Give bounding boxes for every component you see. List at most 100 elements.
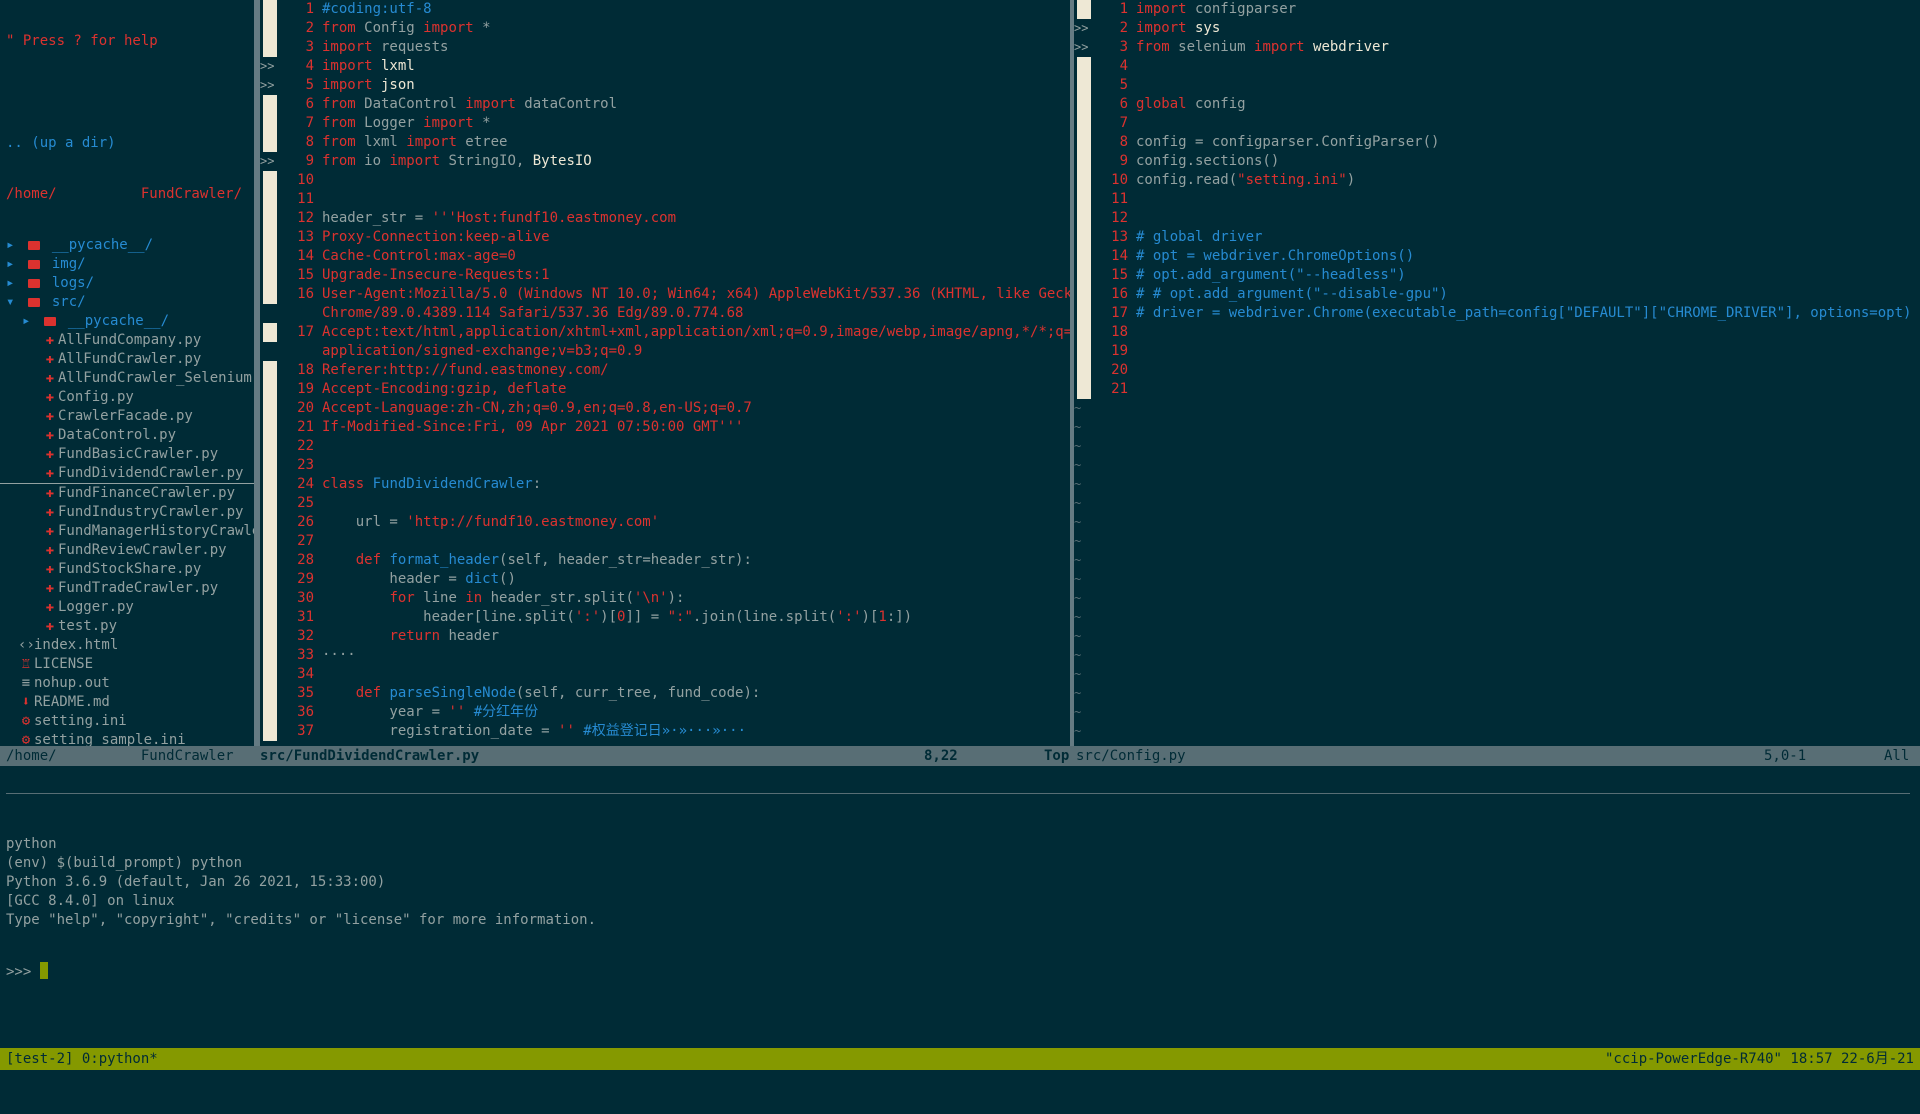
code-line: 8 from lxml import etree: [280, 133, 1070, 152]
line-number: 8: [305, 134, 314, 150]
collapsed-arrow-icon[interactable]: ▸: [22, 312, 34, 331]
tree-file[interactable]: ✚ AllFundCrawler_Selenium.: [0, 369, 254, 388]
tree-file[interactable]: ✚ FundTradeCrawler.py: [0, 579, 254, 598]
tree-file[interactable]: ✚ Config.py: [0, 388, 254, 407]
line-number: 8: [1119, 134, 1128, 150]
tree-file[interactable]: ✚ test.py: [0, 617, 254, 636]
tree-file[interactable]: ✚ FundIndustryCrawler.py: [0, 503, 254, 522]
tree-file[interactable]: ⬇ README.md: [0, 693, 254, 712]
folder-icon: [28, 241, 41, 250]
line-number: 18: [297, 362, 314, 378]
folder-icon: [28, 279, 41, 288]
code-line: 17 Accept:text/html,application/xhtml+xml…: [280, 323, 1070, 342]
collapsed-arrow-icon[interactable]: ▸: [6, 236, 18, 255]
line-number: 23: [297, 457, 314, 473]
tree-up-dir[interactable]: .. (up a dir): [0, 134, 254, 153]
line-number: 6: [305, 96, 314, 112]
tree-item-label: AllFundCrawler_Selenium.: [58, 370, 254, 386]
line-number: 33: [297, 647, 314, 663]
python-file-icon: ✚: [45, 599, 55, 615]
code-token: Accept-Language:zh-CN,zh;q=0.9,en;q=0.8,…: [322, 400, 752, 416]
code-token: dict: [465, 571, 500, 587]
collapsed-arrow-icon[interactable]: ▸: [6, 274, 18, 293]
tree-status-path: /home/ FundCrawler: [6, 748, 234, 764]
code-line: 4: [1094, 57, 1920, 76]
tree-file[interactable]: ⚙ setting_sample.ini: [0, 731, 254, 746]
sign-marker: [1077, 323, 1091, 342]
code-line: 29 header = dict(): [280, 570, 1070, 589]
folder-icon: [44, 317, 57, 326]
tree-file[interactable]: ✚ Logger.py: [0, 598, 254, 617]
line-number: 19: [1111, 343, 1128, 359]
code-token: header =: [322, 571, 466, 587]
line-number: 4: [305, 58, 314, 74]
tree-folder[interactable]: ▸ logs/: [0, 274, 254, 293]
code-token: '\n': [633, 590, 668, 606]
tree-folder[interactable]: ▾ src/: [0, 293, 254, 312]
sign-marker: [263, 703, 277, 722]
sign-marker: >>: [260, 154, 275, 168]
tree-file[interactable]: ✚ AllFundCrawler.py: [0, 350, 254, 369]
tree-item-label: FundReviewCrawler.py: [58, 542, 227, 558]
tmux-window-list[interactable]: [test-2] 0:python*: [6, 1048, 158, 1070]
tree-file[interactable]: ✚ AllFundCompany.py: [0, 331, 254, 350]
empty-line-marker: ~: [1074, 534, 1082, 548]
tree-file[interactable]: ✚ FundBasicCrawler.py: [0, 445, 254, 464]
python-file-icon: ✚: [45, 504, 55, 520]
line-number: 12: [297, 210, 314, 226]
terminal-pane[interactable]: python (env) $(build_prompt) python Python…: [6, 803, 596, 997]
expanded-arrow-icon[interactable]: ▾: [6, 293, 18, 312]
code-token: Upgrade-Insecure-Requests:1: [322, 267, 550, 283]
code-token: (self, curr_tree, fund_code):: [515, 685, 761, 701]
tree-file[interactable]: ‹›index.html: [0, 636, 254, 655]
left-editor-pane[interactable]: 1 #coding:utf-8 2 from Config import * 3 impo…: [280, 0, 1070, 746]
code-line: 11: [280, 190, 1070, 209]
license-file-icon: ♖: [21, 656, 31, 672]
code-token: Referer:http://fund.eastmoney.com/: [322, 362, 609, 378]
html-file-icon: ‹›: [18, 637, 35, 653]
file-tree-pane[interactable]: " Press ? for help .. (up a dir) /home/ …: [0, 0, 254, 746]
empty-line-marker: ~: [1074, 420, 1082, 434]
code-token: Accept-Encoding:gzip, deflate: [322, 381, 567, 397]
tree-folder[interactable]: ▸ img/: [0, 255, 254, 274]
line-number: 28: [297, 552, 314, 568]
empty-line-marker: ~: [1074, 439, 1082, 453]
code-token: '''Host:fundf10.eastmoney.com: [431, 210, 677, 226]
tree-item-label: __pycache__/: [51, 237, 154, 253]
code-token: return: [389, 628, 441, 644]
tree-item-label: README.md: [34, 694, 110, 710]
left-sign-column: >> >> >>: [260, 0, 280, 746]
sign-marker: >>: [260, 59, 275, 73]
code-line: 26 url = 'http://fundf10.eastmoney.com': [280, 513, 1070, 532]
code-line: 12: [1094, 209, 1920, 228]
tree-file[interactable]: ✚ CrawlerFacade.py: [0, 407, 254, 426]
sign-marker: [263, 323, 277, 342]
code-token: line: [414, 590, 466, 606]
tree-file[interactable]: ≡ nohup.out: [0, 674, 254, 693]
collapsed-arrow-icon[interactable]: ▸: [6, 255, 18, 274]
tree-file[interactable]: ⚙ setting.ini: [0, 712, 254, 731]
code-token: #权益登记日»·»···»···: [574, 723, 747, 739]
tree-file[interactable]: ✚ FundManagerHistoryCrawle: [0, 522, 254, 541]
tree-folder[interactable]: ▸ __pycache__/: [0, 312, 254, 331]
right-editor-pane[interactable]: 1 import configparser 2 import sys 3 from sel…: [1094, 0, 1920, 746]
code-token: import: [322, 77, 373, 93]
tree-file[interactable]: ✚ FundFinanceCrawler.py: [0, 484, 254, 503]
code-token: ":": [667, 609, 693, 625]
code-token: StringIO,: [440, 153, 533, 169]
tree-file[interactable]: ✚ DataControl.py: [0, 426, 254, 445]
tree-file[interactable]: ✚ FundDividendCrawler.py: [0, 464, 254, 484]
code-token: import: [322, 39, 373, 55]
code-token: 'http://fundf10.eastmoney.com': [406, 514, 660, 530]
code-line: 10 config.read("setting.ini"): [1094, 171, 1920, 190]
empty-line-marker: ~: [1074, 629, 1082, 643]
tree-file[interactable]: ✚ FundStockShare.py: [0, 560, 254, 579]
code-line: 14 Cache-Control:max-age=0: [280, 247, 1070, 266]
terminal-cursor[interactable]: [39, 962, 48, 979]
tree-folder[interactable]: ▸ __pycache__/: [0, 236, 254, 255]
tree-file[interactable]: ✚ FundReviewCrawler.py: [0, 541, 254, 560]
python-file-icon: ✚: [45, 523, 55, 539]
python-file-icon: ✚: [45, 389, 55, 405]
code-line: 20: [1094, 361, 1920, 380]
tree-file[interactable]: ♖ LICENSE: [0, 655, 254, 674]
